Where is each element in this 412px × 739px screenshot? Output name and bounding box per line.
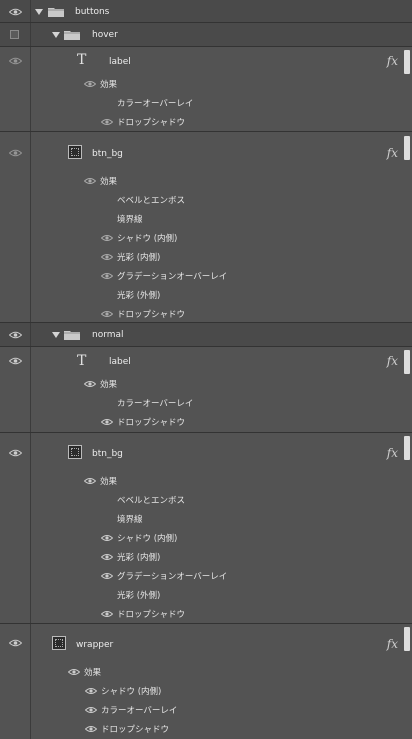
layer-group-hover[interactable]: hover bbox=[0, 23, 412, 47]
eye-icon[interactable] bbox=[101, 534, 113, 542]
effect-inner-shadow[interactable]: シャドウ (内側) bbox=[117, 232, 177, 244]
layer-hover-btn-bg[interactable]: btn_bg fx 効果 ベベルとエンボス 境界線 シャドウ (内側) 光彩 (… bbox=[0, 132, 412, 323]
eye-icon[interactable] bbox=[85, 725, 97, 733]
effect-color-overlay[interactable]: カラーオーバーレイ bbox=[117, 397, 193, 409]
effects-header: 効果 bbox=[100, 380, 118, 390]
eye-icon[interactable] bbox=[9, 331, 22, 339]
effect-stroke[interactable]: 境界線 bbox=[117, 213, 143, 225]
layer-thumbnail-icon bbox=[68, 445, 82, 459]
layer-style-scroll-tab[interactable] bbox=[404, 350, 410, 374]
layer-style-scroll-tab[interactable] bbox=[404, 50, 410, 74]
layer-group-buttons[interactable]: buttons bbox=[0, 0, 412, 23]
fx-icon[interactable]: fx bbox=[387, 637, 398, 651]
disclosure-triangle-icon[interactable] bbox=[52, 332, 60, 338]
effect-drop-shadow[interactable]: ドロップシャドウ bbox=[117, 608, 185, 620]
layer-style-scroll-tab[interactable] bbox=[404, 436, 410, 460]
eye-icon[interactable] bbox=[9, 449, 22, 457]
eye-icon[interactable] bbox=[9, 149, 22, 157]
eye-icon[interactable] bbox=[9, 57, 22, 65]
layer-normal-btn-bg[interactable]: btn_bg fx 効果 ベベルとエンボス 境界線 シャドウ (内側) 光彩 (… bbox=[0, 433, 412, 624]
eye-icon[interactable] bbox=[85, 687, 97, 695]
eye-icon[interactable] bbox=[9, 639, 22, 647]
effect-gradient-overlay[interactable]: グラデーションオーバーレイ bbox=[117, 570, 227, 582]
layer-name[interactable]: wrapper bbox=[76, 640, 113, 650]
effects-header: 効果 bbox=[100, 177, 118, 187]
layer-name[interactable]: btn_bg bbox=[92, 449, 123, 459]
eye-icon[interactable] bbox=[101, 310, 113, 318]
fx-icon[interactable]: fx bbox=[387, 354, 398, 368]
eye-icon[interactable] bbox=[84, 477, 96, 485]
folder-icon bbox=[48, 8, 64, 17]
layer-wrapper[interactable]: wrapper fx 効果 シャドウ (内側) カラーオーバーレイ ドロップシャ… bbox=[0, 624, 412, 739]
effect-bevel-emboss[interactable]: ベベルとエンボス bbox=[117, 194, 185, 206]
eye-icon[interactable] bbox=[101, 418, 113, 426]
visibility-column bbox=[0, 433, 31, 623]
folder-icon bbox=[64, 31, 80, 40]
layer-normal-label[interactable]: T label fx 効果 カラーオーバーレイ ドロップシャドウ bbox=[0, 347, 412, 433]
effect-color-overlay[interactable]: カラーオーバーレイ bbox=[117, 97, 193, 109]
eye-icon[interactable] bbox=[84, 380, 96, 388]
effect-bevel-emboss[interactable]: ベベルとエンボス bbox=[117, 494, 185, 506]
layer-hover-label[interactable]: T label fx 効果 カラーオーバーレイ ドロップシャドウ bbox=[0, 47, 412, 132]
disclosure-triangle-icon[interactable] bbox=[35, 9, 43, 15]
layer-name[interactable]: hover bbox=[92, 30, 118, 40]
eye-icon[interactable] bbox=[101, 553, 113, 561]
layer-name[interactable]: normal bbox=[92, 330, 124, 340]
effect-drop-shadow[interactable]: ドロップシャドウ bbox=[101, 723, 169, 735]
eye-icon[interactable] bbox=[101, 272, 113, 280]
text-layer-icon: T bbox=[77, 353, 87, 369]
effect-stroke[interactable]: 境界線 bbox=[117, 513, 143, 525]
effect-inner-glow[interactable]: 光彩 (内側) bbox=[117, 551, 160, 563]
fx-icon[interactable]: fx bbox=[387, 146, 398, 160]
visibility-toggle-off[interactable] bbox=[10, 30, 19, 39]
eye-icon[interactable] bbox=[101, 118, 113, 126]
layer-name[interactable]: btn_bg bbox=[92, 149, 123, 159]
eye-icon[interactable] bbox=[9, 8, 22, 16]
layer-name[interactable]: label bbox=[109, 57, 131, 67]
layers-panel: buttons hover T label fx 効果 カラーオーバーレイ ドロ… bbox=[0, 0, 412, 739]
effect-inner-glow[interactable]: 光彩 (内側) bbox=[117, 251, 160, 263]
effect-inner-shadow[interactable]: シャドウ (内側) bbox=[101, 685, 161, 697]
effect-color-overlay[interactable]: カラーオーバーレイ bbox=[101, 704, 177, 716]
eye-icon[interactable] bbox=[101, 572, 113, 580]
folder-icon bbox=[64, 331, 80, 340]
eye-icon[interactable] bbox=[85, 706, 97, 714]
effect-gradient-overlay[interactable]: グラデーションオーバーレイ bbox=[117, 270, 227, 282]
effect-outer-glow[interactable]: 光彩 (外側) bbox=[117, 289, 160, 301]
layer-thumbnail-icon bbox=[52, 636, 66, 650]
effects-header: 効果 bbox=[100, 80, 118, 90]
eye-icon[interactable] bbox=[101, 253, 113, 261]
eye-icon[interactable] bbox=[101, 610, 113, 618]
layer-group-normal[interactable]: normal bbox=[0, 323, 412, 347]
layer-thumbnail-icon bbox=[68, 145, 82, 159]
eye-icon[interactable] bbox=[68, 668, 80, 676]
eye-icon[interactable] bbox=[101, 234, 113, 242]
layer-style-scroll-tab[interactable] bbox=[404, 627, 410, 651]
effect-drop-shadow[interactable]: ドロップシャドウ bbox=[117, 116, 185, 128]
effect-drop-shadow[interactable]: ドロップシャドウ bbox=[117, 308, 185, 320]
effects-header: 効果 bbox=[100, 477, 118, 487]
eye-icon[interactable] bbox=[84, 80, 96, 88]
eye-icon[interactable] bbox=[84, 177, 96, 185]
fx-icon[interactable]: fx bbox=[387, 54, 398, 68]
layer-style-scroll-tab[interactable] bbox=[404, 136, 410, 160]
effect-outer-glow[interactable]: 光彩 (外側) bbox=[117, 589, 160, 601]
layer-name[interactable]: label bbox=[109, 357, 131, 367]
effects-header: 効果 bbox=[84, 668, 102, 678]
fx-icon[interactable]: fx bbox=[387, 446, 398, 460]
eye-icon[interactable] bbox=[9, 357, 22, 365]
disclosure-triangle-icon[interactable] bbox=[52, 32, 60, 38]
visibility-column bbox=[0, 132, 31, 322]
layer-name[interactable]: buttons bbox=[75, 7, 109, 17]
effect-drop-shadow[interactable]: ドロップシャドウ bbox=[117, 416, 185, 428]
effect-inner-shadow[interactable]: シャドウ (内側) bbox=[117, 532, 177, 544]
text-layer-icon: T bbox=[77, 52, 87, 68]
